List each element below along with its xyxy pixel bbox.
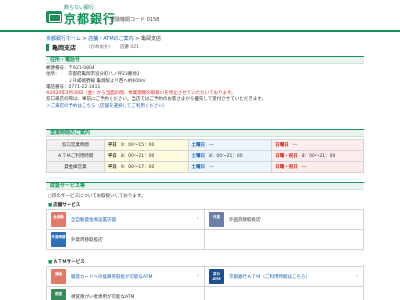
breadcrumb-stores-link[interactable]: 店舗・ATMのご案内 [88, 36, 133, 42]
page-title-bar: 亀岡支店 （かめおか） 店番 021 [46, 43, 366, 52]
store-services-category: 店舗サービス [48, 202, 80, 208]
saturday-value: 8：00～21：00 [209, 154, 243, 159]
service-row: 通帳 聴覚カードへの換算券取扱が可能なATM › 京のATM 京都銀行ＡＴＭ（ご… [47, 267, 363, 287]
store-services-grid: 全自動 全自動貸金庫設置店舗 › 外貨 外国為替取扱店 外貨両替 外貨両替取扱店 [46, 209, 364, 250]
atm-services-category: ＡＴＭサービス [48, 259, 85, 265]
breadcrumb: 京都銀行ホーム > 店舗・ATMのご案内 > 亀岡支店 [46, 35, 161, 42]
sunday-label: 日曜・祝日 [275, 165, 298, 170]
service-label: 外国為替取扱店 [229, 218, 261, 223]
service-label[interactable]: 京都銀行ＡＴＭ（ご利用時間はこちら） [229, 274, 310, 280]
bank-code: 金融機関コード 0158 [110, 17, 160, 23]
service-label: 視覚障がい者専用が可能なATM [71, 295, 135, 300]
sunday-value: 8：00～21：00 [301, 154, 336, 159]
service-label: 外貨両替取扱店 [71, 238, 103, 243]
service-label[interactable]: 全自動貸金庫設置店舗 [71, 217, 116, 223]
safe-deposit-icon: 全自動 [51, 212, 66, 227]
chevron-right-icon: › [197, 273, 199, 279]
sunday-hours: 日曜・祝日 ― [271, 161, 364, 173]
address-text: 京都府亀岡市追分町八ノ坪23番地1 [68, 72, 140, 78]
passbook-icon: 通帳 [51, 269, 66, 284]
sunday-value: ― [292, 143, 298, 148]
breadcrumb-current: 亀岡支店 [141, 36, 162, 42]
weekday-value: 9：00～15：00 [120, 143, 155, 148]
reservation-link[interactable]: ＞ご来店の予約はこちら（店舗を選択してご利用ください） [46, 104, 364, 110]
accessibility-icon: 視覚 [51, 289, 66, 300]
currency-exchange-icon: 外貨両替 [51, 232, 66, 247]
service-empty [205, 287, 363, 300]
service-row: 外貨両替 外貨両替取扱店 [47, 230, 363, 249]
service-label[interactable]: 聴覚カードへの換算券取扱が可能なATM [71, 274, 152, 280]
title-marker [46, 44, 49, 51]
table-row: 窓口営業時間 平日 9：00～15：00 土曜日 ― 日曜日 ― [46, 139, 364, 151]
service-item[interactable]: 京のATM 京都銀行ＡＴＭ（ご利用時間はこちら） › [205, 267, 363, 286]
weekday-label: 平日 [107, 143, 117, 148]
weekday-hours: 平日 9：00～17：00 [103, 161, 189, 173]
site-header: 飾らない銀行 京都銀行 金融機関コード 0158 [0, 0, 400, 34]
saturday-hours: 土曜日 ― [187, 139, 273, 151]
weekday-label: 平日 [107, 154, 117, 159]
hours-row-label: ＡＴＭご利用時間 [46, 150, 105, 162]
hours-section-heading: 営業時間のご案内 [46, 129, 364, 137]
service-empty [205, 230, 363, 249]
address-section-heading: 住所・電話号 [46, 56, 364, 64]
table-row: ＡＴＭご利用時間 平日 8：00～21：00 土曜日 8：00～21：00 日曜・祝… [46, 150, 364, 162]
saturday-label: 土曜日 [191, 165, 206, 170]
sunday-value: ― [301, 165, 307, 170]
header-divider [0, 30, 400, 32]
saturday-hours: 土曜日 ― [187, 161, 273, 173]
saturday-value: ― [209, 143, 214, 148]
atm-icon: 京のATM [209, 269, 224, 284]
address-label: 住所： [46, 72, 60, 78]
service-row: 視覚 視覚障がい者専用が可能なATM [47, 287, 363, 300]
service-row: 全自動 全自動貸金庫設置店舗 › 外貨 外国為替取扱店 [47, 210, 363, 230]
breadcrumb-separator: > [133, 36, 142, 42]
foreign-exchange-icon: 外貨 [209, 212, 224, 227]
sunday-hours: 日曜・祝日 8：00～21：00 [271, 150, 364, 162]
weekday-value: 9：00～17：00 [120, 165, 155, 170]
weekday-hours: 平日 9：00～15：00 [103, 139, 189, 151]
page-title: 亀岡支店 [52, 45, 77, 52]
service-item[interactable]: 通帳 聴覚カードへの換算券取扱が可能なATM › [47, 267, 205, 286]
chevron-right-icon: › [197, 216, 199, 222]
saturday-hours: 土曜日 8：00～21：00 [187, 150, 273, 162]
services-section-heading: 取扱サービス等 [46, 182, 364, 190]
table-row: 貸金庫営業 平日 9：00～17：00 土曜日 ― 日曜・祝日 ― [46, 161, 364, 173]
branch-number: 店番 021 [120, 45, 140, 50]
hours-row-label: 窓口営業時間 [46, 139, 105, 151]
services-intro: ○印のサービスについてお取扱いしております。 [48, 194, 146, 199]
sunday-label: 日曜・祝日 [275, 154, 298, 159]
service-item[interactable]: 外貨 外国為替取扱店 [205, 210, 363, 229]
bank-logo-icon[interactable] [46, 11, 62, 23]
sunday-label: 日曜日 [275, 143, 289, 148]
atm-services-grid: 通帳 聴覚カードへの換算券取扱が可能なATM › 京のATM 京都銀行ＡＴＭ（ご… [46, 266, 364, 300]
breadcrumb-home-link[interactable]: 京都銀行ホーム [46, 36, 81, 42]
weekday-value: 8：00～21：00 [120, 154, 155, 159]
address-block: 郵便番号：〒621-0804 住所： 京都府亀岡市追分町八ノ坪23番地1 ＪＲ嵯峨… [46, 66, 364, 110]
hours-table: 窓口営業時間 平日 9：00～15：00 土曜日 ― 日曜日 ― ＡＴＭご利用時間 平… [46, 139, 364, 173]
page-title-reading: （かめおか） [86, 45, 113, 50]
bank-logo-text[interactable]: 京都銀行 [64, 10, 116, 27]
service-item: 視覚 視覚障がい者専用が可能なATM [47, 287, 205, 300]
weekday-hours: 平日 8：00～21：00 [103, 150, 189, 162]
saturday-label: 土曜日 [191, 154, 206, 159]
chevron-right-icon: › [356, 273, 358, 279]
weekday-label: 平日 [107, 165, 117, 170]
hours-row-label: 貸金庫営業 [46, 161, 105, 173]
saturday-label: 土曜日 [191, 143, 206, 148]
saturday-value: ― [209, 165, 214, 170]
service-item[interactable]: 全自動 全自動貸金庫設置店舗 › [47, 210, 205, 229]
service-item: 外貨両替 外貨両替取扱店 [47, 230, 205, 249]
sunday-hours: 日曜日 ― [271, 139, 364, 151]
